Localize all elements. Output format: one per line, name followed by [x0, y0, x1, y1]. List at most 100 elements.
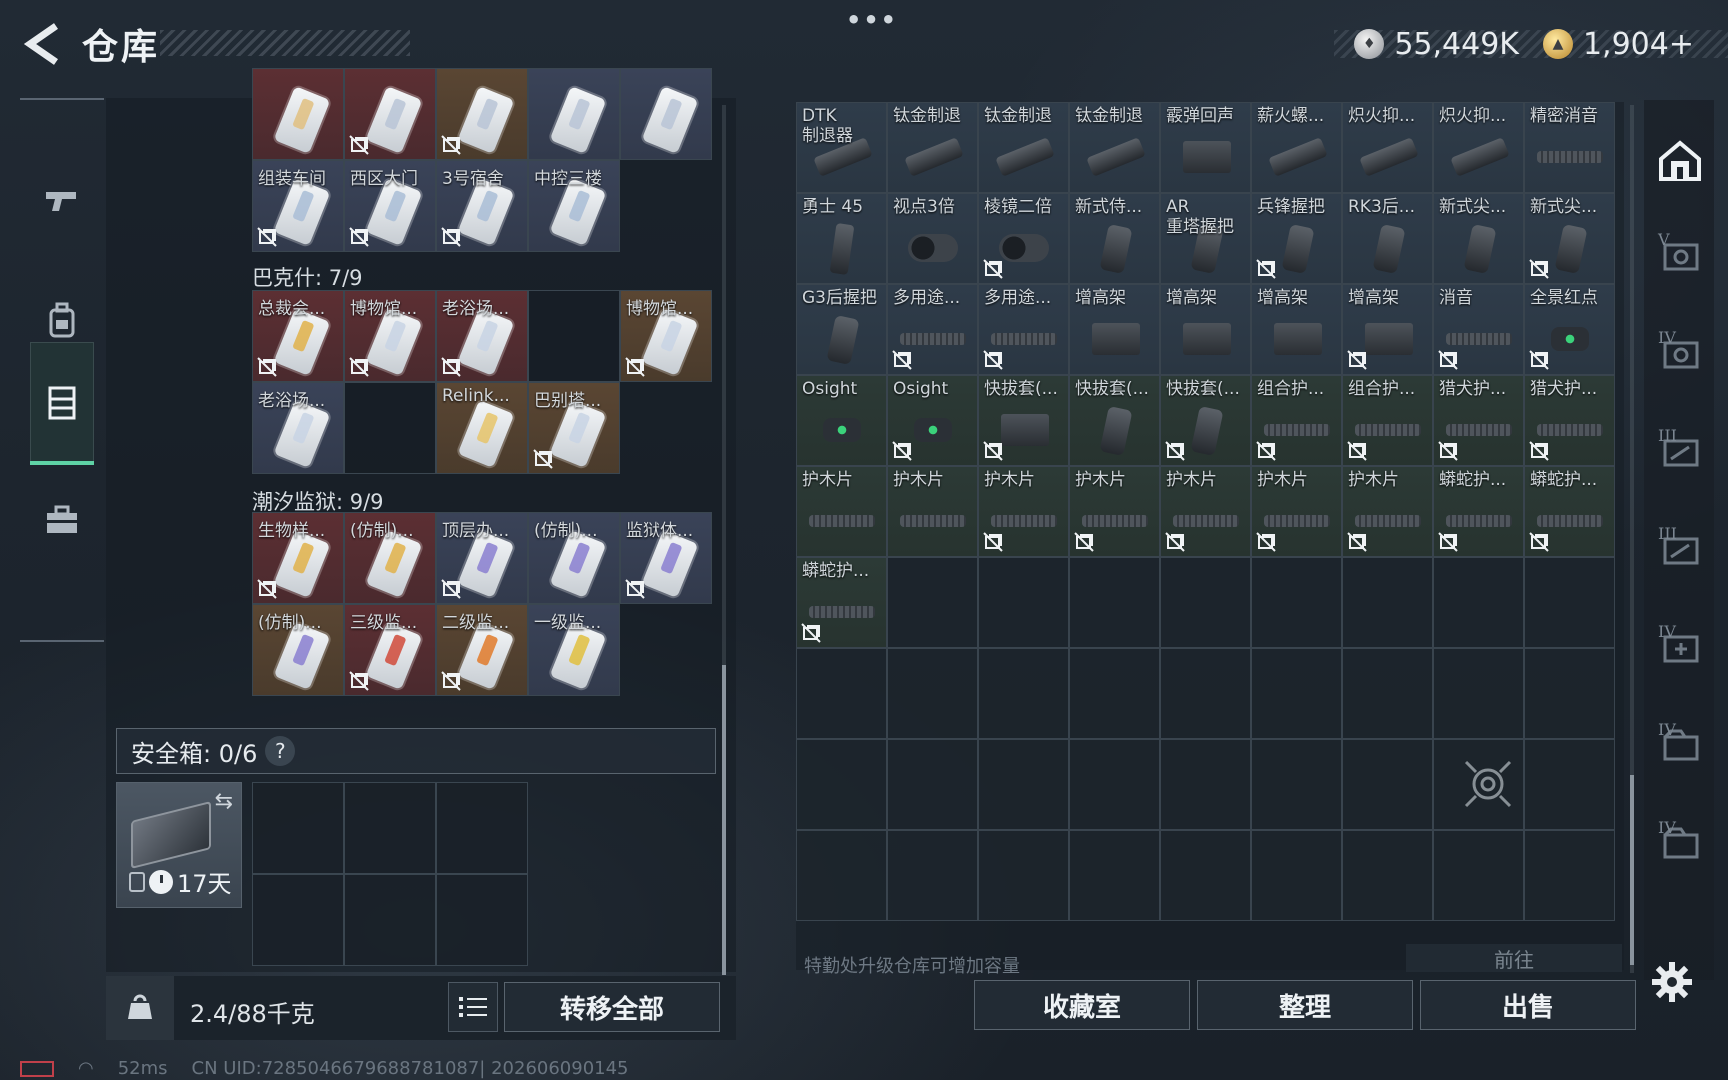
attachment-item[interactable]: 护木片: [1160, 466, 1251, 557]
key-card-item[interactable]: (仿制)...: [344, 512, 436, 604]
attachment-item[interactable]: 棱镜二倍: [978, 193, 1069, 284]
nav-toolbox[interactable]: [30, 460, 94, 580]
nav-storage-lvl-3[interactable]: III: [1654, 426, 1706, 478]
attachment-item[interactable]: 蟒蛇护...: [1433, 466, 1524, 557]
sell-button[interactable]: 出售: [1420, 980, 1636, 1030]
inventory-scrollbar-thumb[interactable]: [722, 665, 726, 975]
attachment-item[interactable]: 增高架: [1160, 284, 1251, 375]
attachment-item[interactable]: 炽火抑...: [1433, 102, 1524, 193]
attachment-item[interactable]: 护木片: [1251, 466, 1342, 557]
attachment-item[interactable]: 护木片: [978, 466, 1069, 557]
attachment-item[interactable]: 多用途...: [887, 284, 978, 375]
attachment-item[interactable]: 视点3倍: [887, 193, 978, 284]
attachment-item[interactable]: 组合护...: [1251, 375, 1342, 466]
nav-weapons[interactable]: [30, 140, 94, 260]
weight-button[interactable]: [106, 976, 174, 1040]
attachment-item[interactable]: 猎犬护...: [1433, 375, 1524, 466]
attachment-item[interactable]: 护木片: [796, 466, 887, 557]
key-card-item[interactable]: 老浴场...: [252, 382, 344, 474]
attachment-item[interactable]: 快拔套(...: [1160, 375, 1251, 466]
key-card-item[interactable]: 组装车间: [252, 160, 344, 252]
attachment-item[interactable]: 钛金制退: [887, 102, 978, 193]
attachment-item[interactable]: 快拔套(...: [1069, 375, 1160, 466]
storage-scrollbar[interactable]: [1630, 105, 1634, 973]
key-card-item[interactable]: (仿制)...: [528, 512, 620, 604]
key-card-item[interactable]: 生物样...: [252, 512, 344, 604]
key-card-item[interactable]: [252, 68, 344, 160]
attachment-item[interactable]: 钛金制退: [1069, 102, 1160, 193]
settings-gear-icon[interactable]: [1650, 960, 1694, 1004]
locate-icon[interactable]: [1462, 758, 1514, 810]
key-card-item[interactable]: [528, 68, 620, 160]
attachment-item[interactable]: 新式侍...: [1069, 193, 1160, 284]
key-card-item[interactable]: 西区大门: [344, 160, 436, 252]
key-card-item[interactable]: 监狱体...: [620, 512, 712, 604]
attachment-item[interactable]: Osight: [796, 375, 887, 466]
attachment-item[interactable]: 兵锋握把: [1251, 193, 1342, 284]
safe-slot[interactable]: [436, 874, 528, 966]
key-card-item[interactable]: 一级监...: [528, 604, 620, 696]
key-card-item[interactable]: 3号宿舍: [436, 160, 528, 252]
attachment-item[interactable]: 消音: [1433, 284, 1524, 375]
key-card-item[interactable]: [620, 68, 712, 160]
attachment-item[interactable]: 增高架: [1342, 284, 1433, 375]
attachment-item[interactable]: 护木片: [887, 466, 978, 557]
attachment-item[interactable]: RK3后...: [1342, 193, 1433, 284]
attachment-item[interactable]: 蟒蛇护...: [796, 557, 887, 648]
key-card-item[interactable]: 顶层办...: [436, 512, 528, 604]
safe-slot[interactable]: [344, 782, 436, 874]
attachment-item[interactable]: 护木片: [1069, 466, 1160, 557]
sort-button[interactable]: 整理: [1197, 980, 1413, 1030]
safe-slot[interactable]: [252, 782, 344, 874]
nav-home-storage[interactable]: [1654, 134, 1706, 186]
nav-storage-lvl-2[interactable]: IV: [1654, 328, 1706, 380]
attachment-item[interactable]: G3后握把: [796, 284, 887, 375]
attachment-item[interactable]: DTK 制退器: [796, 102, 887, 193]
attachment-item[interactable]: 新式尖...: [1524, 193, 1615, 284]
safe-case-item[interactable]: ⇆ 17天: [116, 782, 242, 908]
list-view-button[interactable]: [448, 982, 498, 1032]
attachment-item[interactable]: 猎犬护...: [1524, 375, 1615, 466]
collection-room-button[interactable]: 收藏室: [974, 980, 1190, 1030]
key-card-item[interactable]: 总裁会...: [252, 290, 344, 382]
nav-storage[interactable]: [30, 342, 94, 465]
key-card-item[interactable]: 博物馆...: [344, 290, 436, 382]
attachment-item[interactable]: 炽火抑...: [1342, 102, 1433, 193]
inventory-scrollbar[interactable]: [722, 105, 726, 975]
key-card-item[interactable]: 老浴场...: [436, 290, 528, 382]
safe-slot[interactable]: [436, 782, 528, 874]
swap-icon[interactable]: ⇆: [215, 789, 233, 814]
attachment-item[interactable]: 钛金制退: [978, 102, 1069, 193]
move-all-button[interactable]: 转移全部: [504, 982, 720, 1032]
attachment-item[interactable]: 蟒蛇护...: [1524, 466, 1615, 557]
attachment-item[interactable]: 增高架: [1251, 284, 1342, 375]
key-card-item[interactable]: Relink...: [436, 382, 528, 474]
attachment-item[interactable]: 新式尖...: [1433, 193, 1524, 284]
nav-storage-lvl-7[interactable]: IV: [1654, 818, 1706, 870]
attachment-item[interactable]: 护木片: [1342, 466, 1433, 557]
key-card-item[interactable]: 二级监...: [436, 604, 528, 696]
help-button[interactable]: ?: [265, 736, 296, 766]
key-card-item[interactable]: [436, 68, 528, 160]
storage-scrollbar-thumb[interactable]: [1630, 775, 1634, 965]
goto-button[interactable]: 前往: [1406, 944, 1622, 972]
gold-topup-button[interactable]: +: [1669, 27, 1694, 62]
safe-slot[interactable]: [344, 874, 436, 966]
attachment-item[interactable]: 薪火螺...: [1251, 102, 1342, 193]
attachment-item[interactable]: AR 重塔握把: [1160, 193, 1251, 284]
attachment-item[interactable]: 组合护...: [1342, 375, 1433, 466]
back-button[interactable]: [22, 22, 62, 66]
attachment-item[interactable]: 多用途...: [978, 284, 1069, 375]
nav-storage-lvl-4[interactable]: III: [1654, 524, 1706, 576]
nav-storage-lvl-5[interactable]: IV: [1654, 622, 1706, 674]
key-card-item[interactable]: 巴别塔...: [528, 382, 620, 474]
attachment-item[interactable]: 勇士 45: [796, 193, 887, 284]
key-card-item[interactable]: 中控三楼: [528, 160, 620, 252]
attachment-item[interactable]: 精密消音: [1524, 102, 1615, 193]
attachment-item[interactable]: 快拔套(...: [978, 375, 1069, 466]
attachment-item[interactable]: Osight: [887, 375, 978, 466]
more-menu-icon[interactable]: •••: [846, 6, 898, 34]
key-card-item[interactable]: 三级监...: [344, 604, 436, 696]
attachment-item[interactable]: 霰弹回声: [1160, 102, 1251, 193]
attachment-item[interactable]: 增高架: [1069, 284, 1160, 375]
